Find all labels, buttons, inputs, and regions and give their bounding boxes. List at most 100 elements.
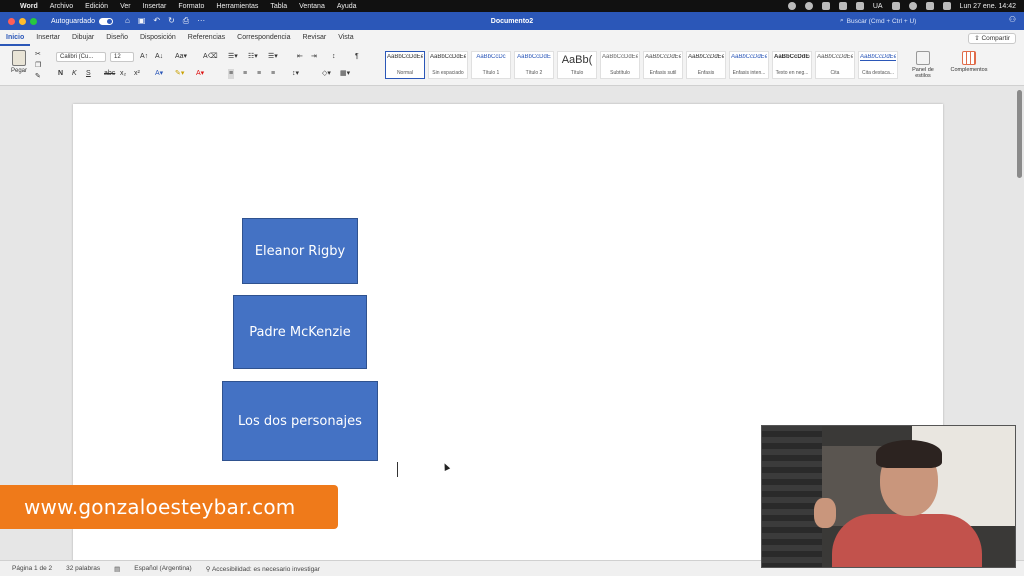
- home-icon[interactable]: ⌂: [125, 16, 130, 26]
- paste-button[interactable]: Pegar: [6, 50, 32, 84]
- shape-padre-mckenzie[interactable]: Padre McKenzie: [233, 295, 367, 369]
- menu-formato[interactable]: Formato: [178, 3, 204, 10]
- justify-icon[interactable]: ≡: [271, 69, 275, 79]
- tab-referencias[interactable]: Referencias: [182, 30, 231, 46]
- increase-indent-icon[interactable]: ⇥: [311, 52, 317, 62]
- screen-mirroring-icon[interactable]: [891, 2, 900, 10]
- menu-archivo[interactable]: Archivo: [50, 3, 73, 10]
- numbering-icon[interactable]: ☷▾: [248, 52, 258, 62]
- save-icon[interactable]: ▣: [138, 16, 146, 26]
- search-spotlight-icon[interactable]: [925, 2, 934, 10]
- decrease-indent-icon[interactable]: ⇤: [297, 52, 303, 62]
- wifi-icon[interactable]: [908, 2, 917, 10]
- multilevel-list-icon[interactable]: ☰▾: [268, 52, 278, 62]
- copy-icon[interactable]: ❐: [35, 61, 41, 71]
- menu-ver[interactable]: Ver: [120, 3, 131, 10]
- menu-app-word[interactable]: Word: [20, 3, 38, 10]
- shape-eleanor-rigby[interactable]: Eleanor Rigby: [242, 218, 358, 284]
- change-case-icon[interactable]: Aa▾: [175, 52, 187, 62]
- add-ins-button[interactable]: Complementos: [946, 51, 992, 73]
- style-texto-negrita[interactable]: AaBbCcDdEe Texto en neg...: [772, 51, 812, 79]
- cut-icon[interactable]: ✂: [35, 50, 41, 60]
- menu-insertar[interactable]: Insertar: [143, 3, 167, 10]
- input-language[interactable]: UA: [873, 3, 883, 10]
- menu-tabla[interactable]: Tabla: [270, 3, 287, 10]
- tab-revisar[interactable]: Revisar: [296, 30, 332, 46]
- minimize-window-button[interactable]: [19, 17, 26, 25]
- share-people-icon[interactable]: ⚇: [1009, 15, 1016, 24]
- close-window-button[interactable]: [8, 17, 15, 25]
- menu-ventana[interactable]: Ventana: [299, 3, 325, 10]
- tab-insertar[interactable]: Insertar: [30, 30, 66, 46]
- word-count[interactable]: 32 palabras: [66, 565, 100, 572]
- clock[interactable]: Lun 27 ene. 14:42: [960, 3, 1016, 10]
- tab-diseno[interactable]: Diseño: [100, 30, 134, 46]
- font-color-icon[interactable]: A▾: [196, 69, 204, 79]
- style-cita[interactable]: AaBbCcDdEe Cita: [815, 51, 855, 79]
- menu-herramientas[interactable]: Herramientas: [216, 3, 258, 10]
- align-right-icon[interactable]: ≡: [257, 69, 261, 79]
- pilcrow-icon[interactable]: ¶: [355, 52, 359, 62]
- style-enfasis-sutil[interactable]: AaBbCcDdEe Énfasis sutil: [643, 51, 683, 79]
- vertical-scrollbar[interactable]: [1017, 90, 1022, 178]
- highlight-icon[interactable]: ✎▾: [175, 69, 184, 79]
- underline-button[interactable]: S: [86, 69, 91, 79]
- align-left-icon[interactable]: ≡: [228, 69, 235, 79]
- align-center-icon[interactable]: ≡: [243, 69, 247, 79]
- style-titulo-2[interactable]: AaBbCcDdE Título 2: [514, 51, 554, 79]
- control-center-icon[interactable]: [942, 2, 951, 10]
- tab-correspondencia[interactable]: Correspondencia: [231, 30, 296, 46]
- record-icon[interactable]: [787, 2, 796, 10]
- borders-icon[interactable]: ▦▾: [340, 69, 350, 79]
- tab-dibujar[interactable]: Dibujar: [66, 30, 100, 46]
- tab-vista[interactable]: Vista: [332, 30, 359, 46]
- style-cita-destacada[interactable]: AaBbCcDdEe Cita destaca...: [858, 51, 898, 79]
- accessibility-status[interactable]: ⚲ Accesibilidad: es necesario investigar: [206, 565, 320, 573]
- search-box[interactable]: ⌕ Buscar (Cmd + Ctrl + U): [840, 15, 970, 27]
- style-sin-espaciado[interactable]: AaBbCcDdEe Sin espaciado: [428, 51, 468, 79]
- line-spacing-icon[interactable]: ↕▾: [292, 69, 299, 79]
- print-icon[interactable]: ⎙: [183, 16, 189, 26]
- proofing-icon[interactable]: ▤: [114, 565, 120, 573]
- tab-disposicion[interactable]: Disposición: [134, 30, 182, 46]
- more-icon[interactable]: ···: [197, 16, 205, 26]
- text-effects-icon[interactable]: A▾: [155, 69, 163, 79]
- bluetooth-icon[interactable]: [855, 2, 864, 10]
- superscript-button[interactable]: x²: [134, 69, 140, 79]
- bullets-icon[interactable]: ☰▾: [228, 52, 238, 62]
- undo-icon[interactable]: ↶: [153, 16, 160, 26]
- italic-button[interactable]: K: [72, 69, 77, 79]
- app-status-icon[interactable]: [821, 2, 830, 10]
- menu-ayuda[interactable]: Ayuda: [337, 3, 357, 10]
- ribbon-home: Pegar ✂ ❐ ✎ Calibri (Cu... 12 A↑ A↓ Aa▾ …: [0, 46, 1024, 86]
- shape-los-dos-personajes[interactable]: Los dos personajes: [222, 381, 378, 461]
- style-normal[interactable]: AaBbCcDdEe Normal: [385, 51, 425, 79]
- shading-icon[interactable]: ◇▾: [322, 69, 331, 79]
- zoom-window-button[interactable]: [30, 17, 37, 25]
- sync-icon[interactable]: [804, 2, 813, 10]
- page-count[interactable]: Página 1 de 2: [12, 565, 52, 572]
- menu-edicion[interactable]: Edición: [85, 3, 108, 10]
- sort-icon[interactable]: ↕: [332, 52, 336, 62]
- language-status[interactable]: Español (Argentina): [134, 565, 191, 572]
- style-enfasis-intenso[interactable]: AaBbCcDdEe Énfasis inten...: [729, 51, 769, 79]
- redo-icon[interactable]: ↻: [168, 16, 175, 26]
- clear-format-icon[interactable]: A⌫: [203, 52, 218, 62]
- bold-button[interactable]: N: [58, 69, 63, 79]
- style-enfasis[interactable]: AaBbCcDdEe Énfasis: [686, 51, 726, 79]
- strikethrough-button[interactable]: abc: [104, 69, 115, 79]
- dropbox-icon[interactable]: [838, 2, 847, 10]
- grow-font-icon[interactable]: A↑: [140, 52, 148, 62]
- subscript-button[interactable]: x₂: [120, 69, 126, 79]
- style-titulo-1[interactable]: AaBbCcDc Título 1: [471, 51, 511, 79]
- tab-inicio[interactable]: Inicio: [0, 30, 31, 46]
- autosave-toggle[interactable]: [98, 17, 113, 25]
- format-painter-icon[interactable]: ✎: [35, 72, 41, 82]
- style-titulo[interactable]: AaBb( Título: [557, 51, 597, 79]
- style-subtitulo[interactable]: AaBbCcDdEe Subtítulo: [600, 51, 640, 79]
- shrink-font-icon[interactable]: A↓: [155, 52, 163, 62]
- styles-pane-button[interactable]: Panel de estilos: [908, 51, 938, 79]
- share-button[interactable]: ⇪ Compartir: [968, 33, 1016, 44]
- font-name-select[interactable]: Calibri (Cu...: [56, 52, 106, 62]
- font-size-select[interactable]: 12: [110, 52, 134, 62]
